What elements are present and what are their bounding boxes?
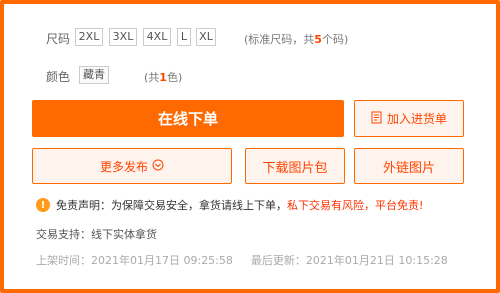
size-option-l[interactable]: L — [177, 28, 191, 46]
disclaimer: ! 免责声明：为保障交易安全，拿货请线上下单，私下交易有风险，平台免责! — [36, 197, 423, 213]
trade-support: 交易支持：线下实体拿货 — [36, 228, 157, 241]
more-publish-button[interactable]: 更多发布 — [32, 148, 232, 184]
external-image-links-button[interactable]: 外链图片 — [354, 148, 464, 184]
size-label: 尺码 — [46, 32, 71, 46]
color-option-navy[interactable]: 藏青 — [79, 66, 109, 84]
color-label: 颜色 — [46, 70, 71, 84]
order-online-button[interactable]: 在线下单 — [32, 100, 344, 137]
chevron-down-icon — [152, 159, 164, 174]
warning-icon: ! — [36, 198, 50, 212]
more-publish-label: 更多发布 — [99, 159, 148, 174]
purchase-list-icon — [371, 111, 383, 127]
size-option-3xl[interactable]: 3XL — [109, 28, 137, 46]
timestamps: 上架时间：2021年01月17日 09:25:58 最后更新：2021年01月21… — [36, 252, 448, 268]
listed-time-label: 上架时间： — [36, 254, 91, 267]
listed-time-value: 2021年01月17日 09:25:58 — [91, 254, 233, 267]
size-option-xl[interactable]: XL — [196, 28, 216, 46]
disclaimer-text: 免责声明：为保障交易安全，拿货请线上下单，私下交易有风险，平台免责! — [56, 199, 424, 212]
size-option-4xl[interactable]: 4XL — [143, 28, 171, 46]
updated-time-value: 2021年01月21日 10:15:28 — [305, 254, 448, 267]
download-images-button[interactable]: 下载图片包 — [245, 148, 345, 184]
add-to-purchase-list-label: 加入进货单 — [386, 112, 447, 126]
add-to-purchase-list-button[interactable]: 加入进货单 — [354, 100, 464, 137]
color-count-note: (共1色) — [144, 71, 183, 84]
size-count-note: (标准尺码，共5个码) — [244, 33, 349, 46]
updated-time-label: 最后更新： — [250, 254, 306, 267]
risk-warning: 私下交易有风险，平台免责! — [287, 199, 424, 212]
size-option-2xl[interactable]: 2XL — [75, 28, 103, 46]
